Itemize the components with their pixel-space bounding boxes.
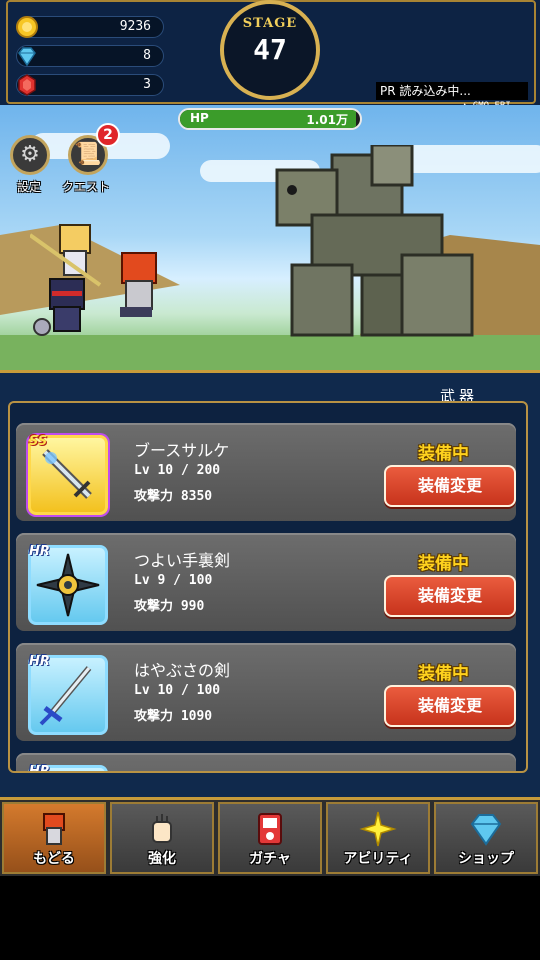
stage-label: STAGE bbox=[242, 16, 298, 31]
quest-notification-badge: 2 bbox=[96, 123, 120, 147]
gold-coin-icon bbox=[16, 16, 38, 38]
gacha-machine-icon bbox=[251, 810, 289, 848]
weapon-level: Lv 9 / 100 bbox=[134, 573, 213, 588]
weapon-attack: 攻撃力 8350 bbox=[134, 489, 213, 504]
settings-label: 設定 bbox=[17, 180, 42, 194]
rarity-badge: HR bbox=[29, 764, 50, 773]
sword-icon bbox=[42, 449, 92, 499]
pr-ad-banner[interactable]: PR 読み込み中... bbox=[376, 82, 528, 100]
ruby-icon bbox=[18, 74, 36, 96]
stage-number: 47 bbox=[253, 33, 287, 66]
equipped-status: 装備中 bbox=[418, 664, 469, 684]
weapon-card[interactable]: HR つよい手裏剣 Lv 9 / 100 攻撃力 990 装備中 装備変更 bbox=[16, 533, 516, 631]
nav-gacha-button[interactable]: ガチャ bbox=[218, 802, 322, 874]
equipped-status: 装備中 bbox=[418, 554, 469, 574]
gear-icon: ⚙ bbox=[20, 142, 40, 167]
weapon-thumbnail: HR bbox=[28, 654, 108, 735]
weapon-panel: 武器 SS ブースサルケ Lv 10 / 200 攻撃力 8350 装備中 装備… bbox=[0, 370, 540, 800]
gold-counter: 9236 bbox=[16, 16, 164, 38]
golem-boss-enemy[interactable] bbox=[272, 145, 482, 345]
diamond-value: 8 bbox=[143, 48, 151, 63]
nav-gacha-label: ガチャ bbox=[249, 851, 291, 867]
hp-value: 1.01万 bbox=[306, 113, 348, 127]
quest-label: クエスト bbox=[62, 180, 111, 194]
nav-upgrade-label: 強化 bbox=[148, 851, 176, 867]
scroll-icon: 📜 bbox=[74, 142, 102, 167]
equipped-status: 装備中 bbox=[418, 444, 469, 464]
ruby-value: 3 bbox=[143, 77, 151, 92]
bottom-navigation: もどる 強化 ガチャ アビリティ ショップ bbox=[0, 800, 540, 876]
weapon-attack: 攻撃力 990 bbox=[134, 599, 205, 614]
hp-label: HP bbox=[190, 111, 209, 125]
weapon-name: ブースサルケ bbox=[134, 441, 230, 460]
rarity-badge: HR bbox=[29, 654, 50, 669]
change-equipment-button[interactable]: 装備変更 bbox=[384, 575, 516, 617]
nav-back-button[interactable]: もどる bbox=[2, 802, 106, 874]
weapon-name: つよい手裏剣 bbox=[134, 551, 231, 570]
weapon-name: はやぶさの剣 bbox=[134, 661, 231, 680]
nav-shop-button[interactable]: ショップ bbox=[434, 802, 538, 874]
weapon-thumbnail: HR bbox=[28, 544, 108, 625]
ruby-counter: 3 bbox=[16, 74, 164, 96]
diamond-counter: 8 bbox=[16, 45, 164, 67]
nav-back-label: もどる bbox=[33, 851, 75, 867]
diamond-icon bbox=[18, 47, 36, 67]
nav-ability-button[interactable]: アビリティ bbox=[326, 802, 430, 874]
weapon-card[interactable]: HR bbox=[16, 753, 516, 773]
nav-shop-label: ショップ bbox=[458, 851, 514, 867]
weapon-card[interactable]: SS ブースサルケ Lv 10 / 200 攻撃力 8350 装備中 装備変更 bbox=[16, 423, 516, 521]
rarity-badge: SS bbox=[29, 434, 48, 449]
weapon-thumbnail: HR bbox=[28, 764, 108, 773]
nav-upgrade-button[interactable]: 強化 bbox=[110, 802, 214, 874]
battle-field: ⚙ 設定 📜 2 クエスト bbox=[0, 105, 540, 395]
shuriken-icon bbox=[36, 553, 100, 617]
game-screen: 9236 8 3 STAGE 47 PR 読み込み中... ▲ GMO-EBI bbox=[0, 0, 540, 876]
diamond-icon bbox=[467, 810, 505, 848]
weapon-card[interactable]: HR はやぶさの剣 Lv 10 / 100 攻撃力 1090 装備中 装備変更 bbox=[16, 643, 516, 741]
settings-button[interactable]: ⚙ bbox=[10, 135, 50, 175]
enemy-hp-bar: HP 1.01万 bbox=[178, 108, 362, 130]
header-bar: 9236 8 3 STAGE 47 PR 読み込み中... ▲ GMO-EBI bbox=[0, 0, 540, 111]
hero-icon bbox=[35, 810, 73, 848]
gold-value: 9236 bbox=[119, 19, 151, 34]
weapon-attack: 攻撃力 1090 bbox=[134, 709, 213, 724]
stage-badge: STAGE 47 bbox=[220, 0, 320, 100]
sparkle-icon bbox=[359, 810, 397, 848]
hero-party bbox=[30, 224, 157, 336]
rarity-badge: HR bbox=[29, 544, 50, 559]
weapon-level: Lv 10 / 200 bbox=[134, 463, 221, 478]
fist-icon bbox=[143, 810, 181, 848]
weapon-level: Lv 10 / 100 bbox=[134, 683, 221, 698]
weapon-thumbnail: SS bbox=[28, 434, 108, 515]
nav-ability-label: アビリティ bbox=[343, 851, 413, 867]
weapon-list[interactable]: SS ブースサルケ Lv 10 / 200 攻撃力 8350 装備中 装備変更 … bbox=[8, 401, 528, 773]
change-equipment-button[interactable]: 装備変更 bbox=[384, 685, 516, 727]
change-equipment-button[interactable]: 装備変更 bbox=[384, 465, 516, 507]
sword-icon bbox=[39, 666, 92, 726]
